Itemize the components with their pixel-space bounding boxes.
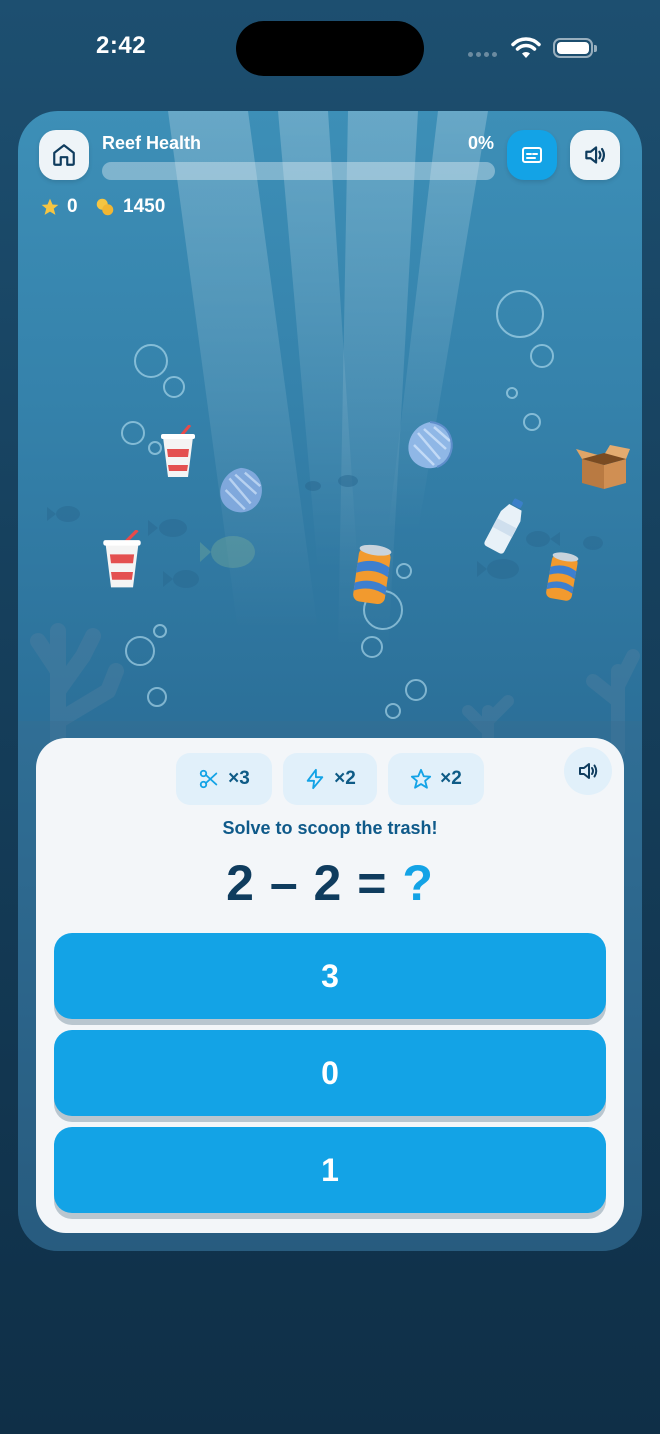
powerup-scissors[interactable]: ×3 [176, 753, 272, 805]
answer-button[interactable]: 0 [54, 1030, 606, 1116]
soda-can-trash[interactable] [350, 543, 394, 607]
reef-health-progress-bar [102, 162, 495, 180]
stars-count: 0 [67, 196, 78, 217]
star-icon [41, 198, 59, 215]
math-equation: 2 – 2 = ? [36, 854, 624, 912]
battery-icon [553, 38, 597, 58]
soda-cup-trash[interactable] [100, 530, 144, 592]
plastic-bag-trash[interactable] [404, 419, 456, 471]
coins-count: 1450 [123, 196, 166, 217]
speaker-icon [585, 146, 606, 164]
powerup-star[interactable]: ×2 [388, 753, 484, 805]
read-aloud-button[interactable] [564, 747, 612, 795]
soda-can-trash[interactable] [544, 551, 580, 603]
water-bottle-trash[interactable] [484, 495, 528, 555]
sound-button[interactable] [570, 130, 620, 180]
coins-icon [96, 198, 114, 216]
star-outline-icon [411, 768, 432, 789]
scissors-icon [199, 769, 218, 789]
captions-icon [522, 147, 542, 163]
quiz-prompt: Solve to scoop the trash! [222, 818, 438, 838]
reef-health-percent: 0% [467, 133, 494, 153]
reef-health-label: Reef Health [102, 133, 202, 153]
soda-cup-trash[interactable] [158, 425, 198, 481]
powerup-count: ×3 [228, 768, 250, 789]
powerup-count: ×2 [440, 768, 462, 789]
powerup-count: ×2 [334, 768, 356, 789]
captions-button[interactable] [507, 130, 557, 180]
answer-button[interactable]: 3 [54, 933, 606, 1019]
equation-unknown: ? [402, 855, 434, 911]
home-icon [53, 144, 75, 166]
cardboard-box-trash[interactable] [574, 443, 632, 491]
stars-counter: 0 [40, 196, 78, 218]
speaker-icon [579, 763, 598, 779]
signal-icon [468, 52, 497, 57]
equation-expression: 2 – 2 = [226, 855, 403, 911]
dynamic-island [236, 21, 424, 76]
powerup-lightning[interactable]: ×2 [283, 753, 377, 805]
plastic-bag-trash[interactable] [216, 465, 266, 515]
wifi-icon [511, 37, 541, 58]
lightning-icon [306, 768, 324, 790]
answer-button[interactable]: 1 [54, 1127, 606, 1213]
status-time: 2:42 [96, 32, 147, 59]
coins-counter: 1450 [94, 196, 165, 218]
home-button[interactable] [39, 130, 89, 180]
quiz-panel: ×3 ×2 ×2 Solve to scoop the trash! 2 – 2… [36, 738, 624, 1233]
